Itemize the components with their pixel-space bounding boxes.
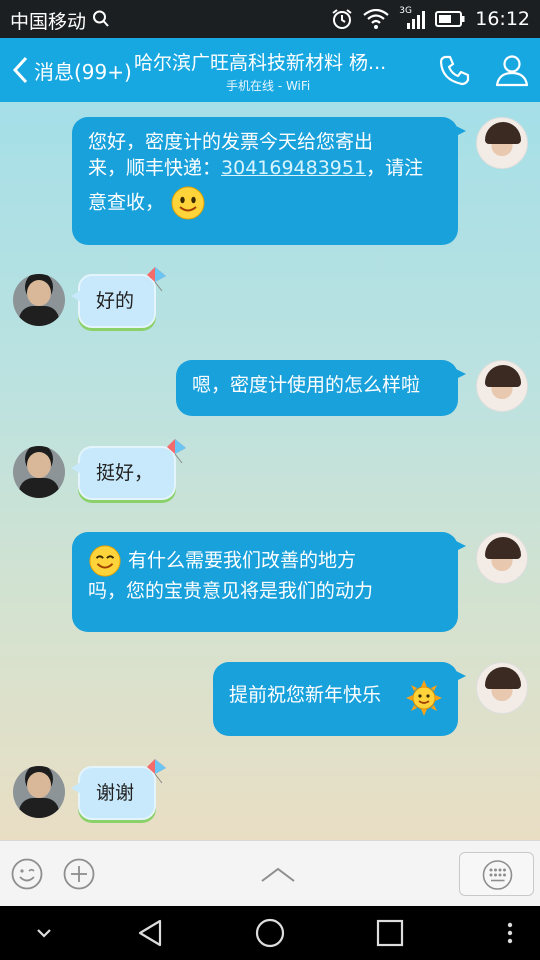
profile-icon[interactable] [494, 52, 530, 88]
message-text: 谢谢 [96, 782, 135, 804]
message-list[interactable]: 您好，密度计的发票今天给您寄出 来，顺丰快递：304169483951，请注 意… [0, 102, 540, 840]
network-type: 3G [399, 6, 426, 30]
kite-icon [147, 759, 166, 784]
message-text: 好的 [96, 290, 135, 312]
my-avatar[interactable] [476, 360, 528, 412]
contact-avatar[interactable] [13, 766, 65, 818]
my-avatar[interactable] [476, 117, 528, 169]
message-text: 有什么需要我们改善的地方 [128, 549, 357, 572]
home-circle-icon[interactable] [253, 916, 287, 950]
status-time: 16:12 [475, 8, 530, 30]
message-text: 您好，密度计的发票今天给您寄出 [88, 131, 374, 153]
message-bubble[interactable]: 谢谢 [71, 759, 166, 820]
contact-avatar[interactable] [13, 446, 65, 498]
message-text: 嗯，密度计使用的怎么样啦 [192, 374, 421, 396]
system-nav-bar [0, 906, 540, 960]
kite-icon [147, 267, 166, 292]
message-text: 意查收， [88, 191, 165, 214]
message-bubble[interactable]: 有什么需要我们改善的地方 吗，您的宝贵意见将是我们的动力 [72, 532, 466, 632]
chat-header: 消息(99+) 哈尔滨广旺高科技新材料 杨... 手机在线 - WiFi [0, 38, 540, 102]
signal-icon [407, 11, 426, 29]
emoji-icon[interactable] [10, 857, 44, 891]
smile-emoji-icon [171, 186, 205, 220]
message-text: ，请注 [366, 157, 424, 179]
kite-icon [167, 439, 186, 464]
status-icons: 3G 16:12 [331, 0, 530, 38]
input-toolbar [0, 840, 540, 906]
carrier-name: 中国移动 [10, 11, 87, 33]
my-avatar[interactable] [476, 662, 528, 714]
more-vertical-icon[interactable] [498, 916, 522, 950]
keyboard-toggle-button[interactable] [459, 852, 534, 896]
message-bubble[interactable]: 提前祝您新年快乐 [213, 662, 466, 736]
message-text: 来，顺丰快递： [88, 157, 222, 179]
sun-emoji-icon [406, 680, 442, 716]
keyboard-icon [482, 860, 513, 890]
alarm-icon [332, 9, 352, 29]
online-status: 手机在线 - WiFi [226, 79, 311, 93]
chevron-up-icon[interactable] [258, 861, 298, 887]
message-text: 挺好， [96, 462, 154, 484]
back-button[interactable]: 消息(99+) [10, 38, 132, 102]
my-avatar[interactable] [476, 532, 528, 584]
message-bubble[interactable]: 嗯，密度计使用的怎么样啦 [176, 360, 466, 416]
tracking-number-link[interactable]: 304169483951 [221, 157, 366, 179]
back-triangle-icon[interactable] [134, 916, 168, 950]
grin-emoji-icon [89, 545, 121, 577]
message-text: 提前祝您新年快乐 [229, 684, 382, 706]
recents-square-icon[interactable] [373, 916, 407, 950]
plus-icon[interactable] [62, 857, 96, 891]
message-bubble[interactable]: 好的 [71, 267, 166, 328]
contact-avatar[interactable] [13, 274, 65, 326]
message-text: 吗，您的宝贵意见将是我们的动力 [88, 580, 374, 602]
phone-icon[interactable] [436, 52, 472, 88]
wifi-icon [363, 9, 389, 29]
chevron-down-icon[interactable] [30, 916, 58, 950]
message-bubble[interactable]: 您好，密度计的发票今天给您寄出 来，顺丰快递：304169483951，请注 意… [72, 117, 466, 245]
chat-title: 哈尔滨广旺高科技新材料 杨... [134, 52, 387, 74]
message-bubble[interactable]: 挺好， [71, 439, 186, 500]
chevron-left-icon [12, 56, 28, 84]
battery-icon [435, 11, 465, 27]
status-bar: 中国移动 3G 16:12 [0, 0, 540, 38]
search-icon [93, 10, 109, 27]
back-label: 消息(99+) [34, 59, 132, 84]
